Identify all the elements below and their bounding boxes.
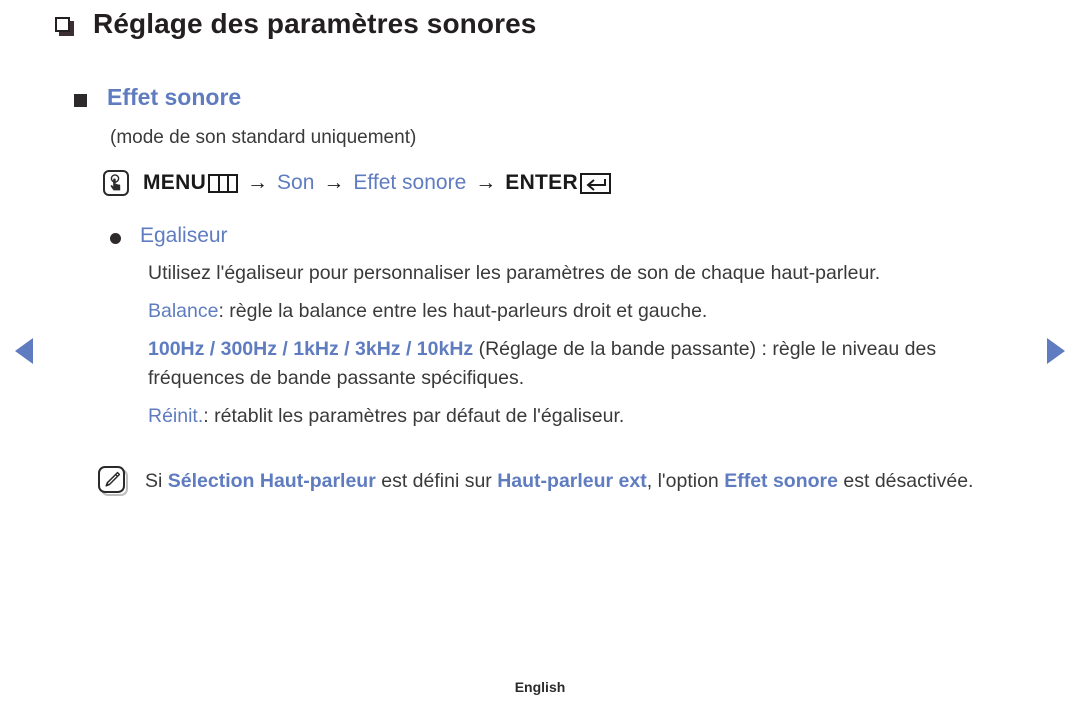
filled-circle-bullet-icon: [110, 232, 121, 244]
note-term-effet-sonore: Effet sonore: [724, 470, 838, 492]
note-prefix: Si: [145, 470, 168, 492]
enter-return-icon: [579, 172, 611, 194]
note-pencil-icon: [98, 466, 128, 496]
triangle-left-icon[interactable]: [15, 338, 33, 364]
note-mid-1: est défini sur: [375, 470, 498, 492]
menu-step-son: Son: [277, 171, 315, 194]
paragraph-balance: Balance: règle la balance entre les haut…: [148, 297, 1028, 326]
hand-press-button-icon: [103, 170, 129, 196]
enter-label: ENTER: [505, 171, 578, 194]
menu-label: MENU: [143, 171, 207, 194]
term-bands: 100Hz / 300Hz / 1kHz / 3kHz / 10kHz: [148, 338, 474, 360]
filled-square-bullet-icon: [74, 93, 87, 107]
term-balance: Balance: [148, 300, 219, 322]
item-body: Utilisez l'égaliseur pour personnaliser …: [148, 259, 1028, 431]
page-title: Réglage des paramètres sonores: [93, 8, 537, 39]
triangle-right-icon[interactable]: [1047, 338, 1065, 364]
item-title: Egaliseur: [140, 224, 228, 247]
paragraph-intro: Utilisez l'égaliseur pour personnaliser …: [148, 262, 881, 284]
menu-step-effet-sonore: Effet sonore: [353, 171, 467, 194]
note-term-selection-haut-parleur: Sélection Haut-parleur: [167, 470, 376, 492]
menu-grid-icon: [208, 173, 239, 193]
footer-language: English: [514, 679, 566, 695]
desc-reset: : rétablit les paramètres par défaut de …: [203, 405, 625, 427]
note-text: Si Sélection Haut-parleur est défini sur…: [145, 466, 1028, 496]
section-title: Effet sonore: [107, 84, 242, 110]
section-header: Effet sonore: [74, 84, 241, 111]
note-suffix: est désactivée.: [837, 470, 974, 492]
term-reset: Réinit.: [148, 405, 204, 427]
menu-path: MENU → Son → Effet sonore → ENTER: [103, 170, 611, 196]
desc-balance: : règle la balance entre les haut-parleu…: [218, 300, 708, 322]
note-block: Si Sélection Haut-parleur est défini sur…: [98, 466, 1028, 496]
path-arrow-1: →: [247, 171, 269, 194]
path-arrow-2: →: [323, 171, 345, 194]
section-subnote: (mode de son standard uniquement): [110, 127, 417, 148]
paragraph-bands: 100Hz / 300Hz / 1kHz / 3kHz / 10kHz (Rég…: [148, 335, 1028, 393]
path-arrow-3: →: [475, 171, 497, 194]
note-mid-2: , l'option: [646, 470, 725, 492]
paragraph-reset: Réinit.: rétablit les paramètres par déf…: [148, 402, 1028, 431]
item-egaliseur: Egaliseur: [110, 224, 228, 248]
square-outline-icon: [55, 17, 75, 37]
page-title-row: Réglage des paramètres sonores: [55, 8, 536, 40]
note-term-haut-parleur-ext: Haut-parleur ext: [497, 470, 647, 492]
